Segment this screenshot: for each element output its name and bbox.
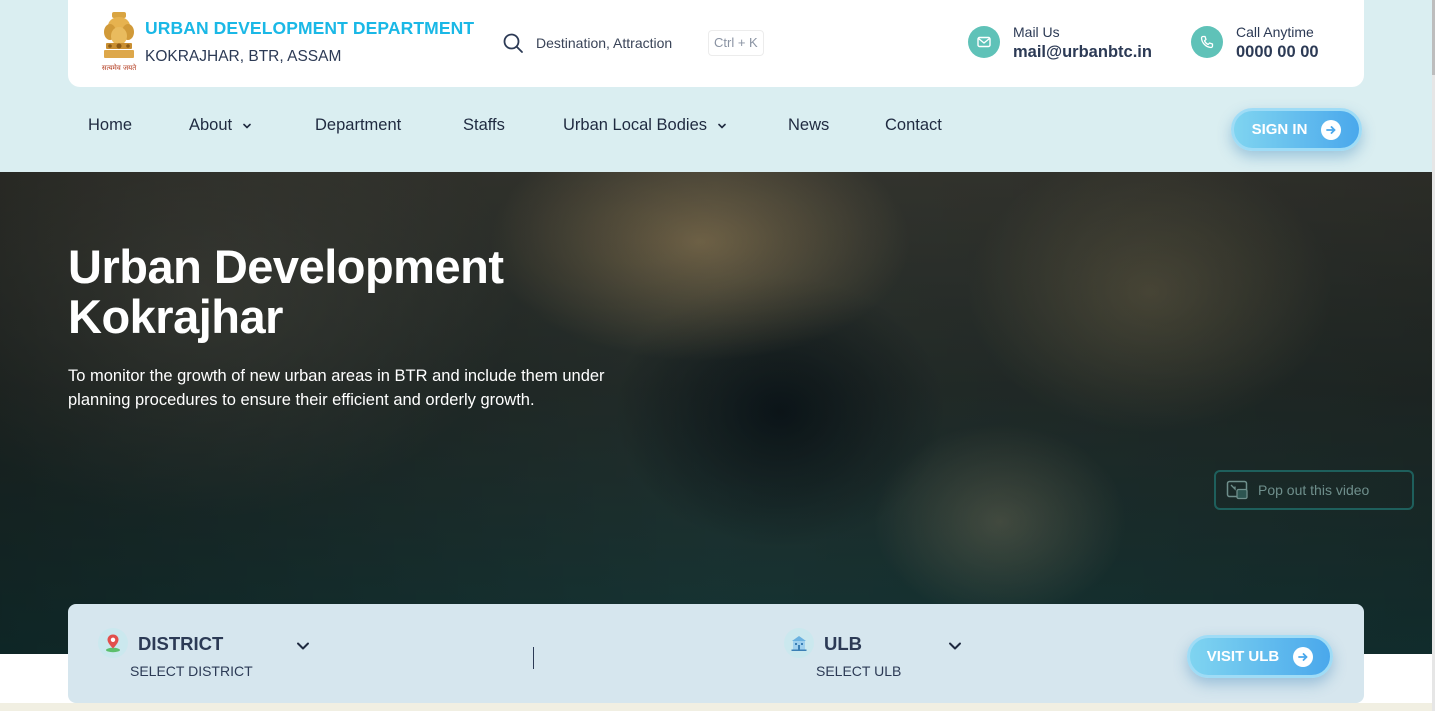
nav-item-about[interactable]: About <box>189 116 253 135</box>
search-input[interactable] <box>536 28 696 58</box>
nav-item-news[interactable]: News <box>788 116 829 135</box>
hero-title: Urban Development Kokrajhar <box>68 242 628 342</box>
mail-label: Mail Us <box>1013 24 1060 40</box>
picture-in-picture-icon <box>1226 480 1248 500</box>
hero-description: To monitor the growth of new urban areas… <box>68 367 605 409</box>
phone-label: Call Anytime <box>1236 24 1314 40</box>
nav-item-label: News <box>788 116 830 134</box>
nav-item-label: Contact <box>885 116 942 134</box>
state-emblem-icon: सत्यमेव जयते <box>102 12 137 72</box>
building-icon <box>784 628 814 658</box>
emblem-caption: सत्यमेव जयते <box>102 63 137 72</box>
arrow-right-icon <box>1293 646 1314 667</box>
district-label: DISTRICT <box>138 633 224 654</box>
ulb-label: ULB <box>824 633 863 654</box>
filter-divider <box>533 647 534 669</box>
district-placeholder: SELECT DISTRICT <box>130 663 253 679</box>
chevron-down-icon <box>718 123 726 128</box>
sign-in-button[interactable]: SIGN IN <box>1231 108 1362 151</box>
nav-item-label: Home <box>88 116 133 134</box>
ulb-filter-bar: DISTRICT SELECT DISTRICT ULB SELECT ULB … <box>68 604 1364 703</box>
nav-item-label: About <box>189 116 233 134</box>
phone-number[interactable]: 0000 00 00 <box>1236 43 1319 62</box>
popout-label: Pop out this video <box>1258 482 1370 498</box>
department-subtitle: KOKRAJHAR, BTR, ASSAM <box>145 48 342 65</box>
nav-item-urban-local-bodies[interactable]: Urban Local Bodies <box>563 116 728 135</box>
search-shortcut-hint: Ctrl + K <box>708 30 764 56</box>
mail-address[interactable]: mail@urbanbtc.in <box>1013 43 1152 62</box>
header-band: सत्यमेव जयते URBAN DEVELOPMENT DEPARTMEN… <box>0 0 1435 172</box>
nav-item-contact[interactable]: Contact <box>885 116 942 135</box>
nav-item-label: Department <box>315 116 402 134</box>
visit-ulb-button[interactable]: VISIT ULB <box>1187 635 1333 678</box>
district-select[interactable]: DISTRICT SELECT DISTRICT <box>98 628 328 684</box>
nav-item-department[interactable]: Department <box>315 116 401 135</box>
chevron-down-icon <box>949 642 961 650</box>
popout-video-button[interactable]: Pop out this video <box>1214 470 1414 510</box>
mail-icon <box>968 26 1000 58</box>
nav-item-home[interactable]: Home <box>88 116 132 135</box>
hero-video[interactable]: Urban Development Kokrajhar To monitor t… <box>0 172 1432 654</box>
hero-title-line: Urban Development <box>68 240 504 293</box>
department-title[interactable]: URBAN DEVELOPMENT DEPARTMENT <box>145 18 474 39</box>
chevron-down-icon <box>243 123 251 128</box>
search-icon[interactable] <box>502 32 524 54</box>
chevron-down-icon <box>297 642 309 650</box>
nav-item-staffs[interactable]: Staffs <box>463 116 505 135</box>
visit-ulb-label: VISIT ULB <box>1206 648 1280 665</box>
ulb-select[interactable]: ULB SELECT ULB <box>784 628 974 684</box>
header-card: सत्यमेव जयते URBAN DEVELOPMENT DEPARTMEN… <box>68 0 1364 87</box>
hero-title-line: Kokrajhar <box>68 290 283 343</box>
phone-icon <box>1191 26 1223 58</box>
map-pin-icon <box>98 628 128 658</box>
nav-item-label: Urban Local Bodies <box>563 116 708 134</box>
arrow-right-icon <box>1321 119 1342 140</box>
nav-item-label: Staffs <box>463 116 505 134</box>
page-bottom-strip <box>0 703 1435 711</box>
sign-in-label: SIGN IN <box>1251 121 1308 138</box>
ulb-placeholder: SELECT ULB <box>816 663 902 679</box>
search-box[interactable]: Ctrl + K <box>502 28 767 58</box>
